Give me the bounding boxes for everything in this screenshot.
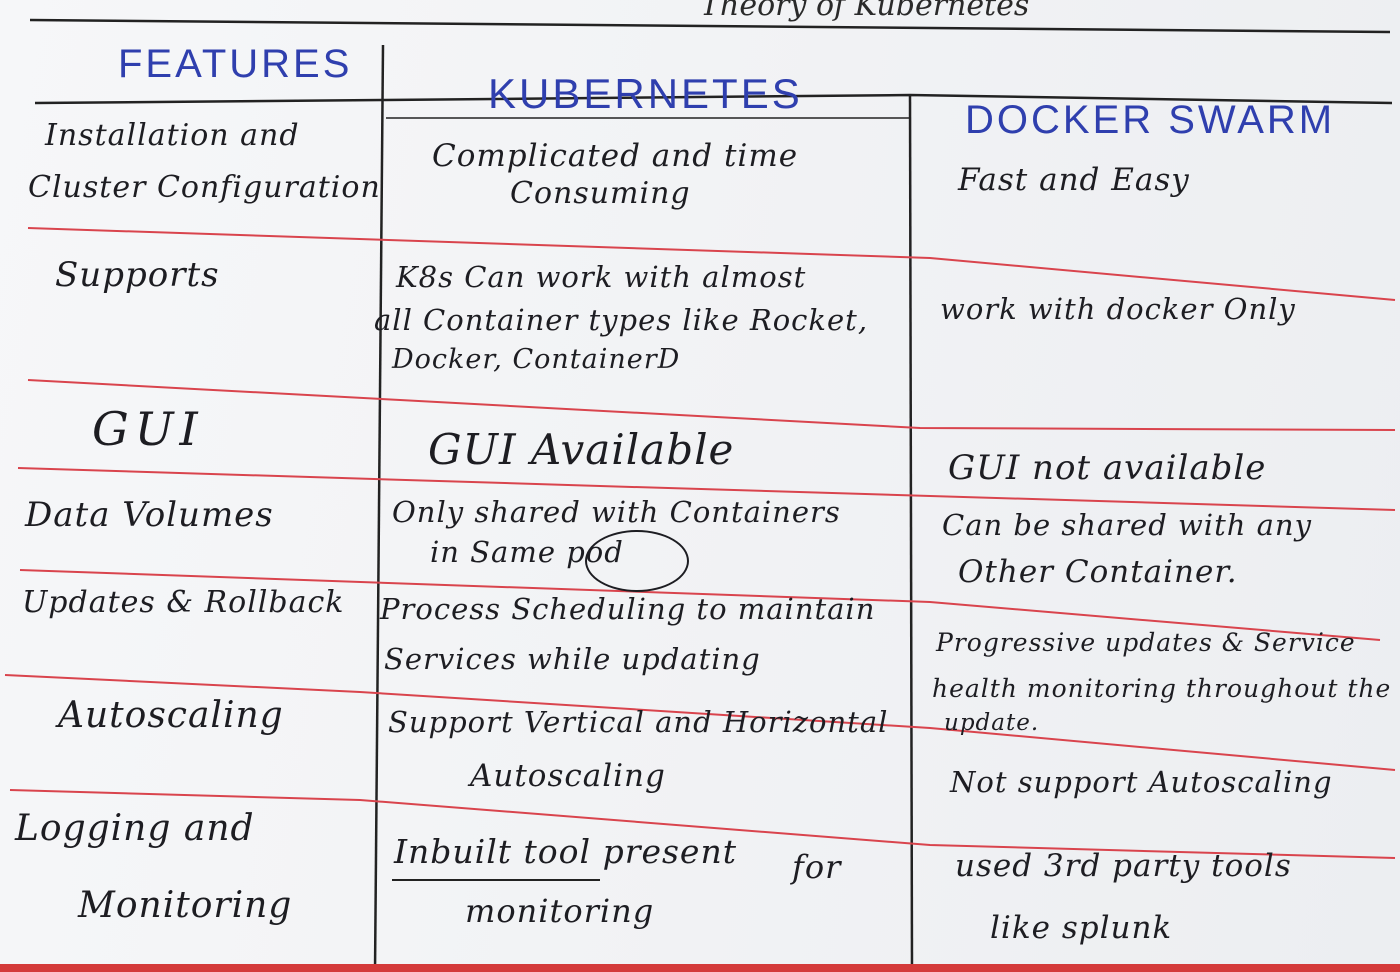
row7-feature-line2: Monitoring [78,885,293,926]
row1-kubernetes-line2: Consuming [510,176,691,211]
row1-feature-line2: Cluster Configuration [28,170,381,205]
row6-kubernetes-line1: Support Vertical and Horizontal [388,705,889,739]
row2-kubernetes-line1: K8s Can work with almost [396,260,807,294]
row6-kubernetes-line2: Autoscaling [470,758,666,794]
whiteboard: Theory of Kubernetes FEATURES KUBERNETES… [0,0,1400,972]
row2-docker-line1: work with docker Only [940,292,1296,326]
row3-feature: GUI [92,402,204,456]
row5-feature: Updates & Rollback [22,585,345,620]
row4-feature: Data Volumes [25,495,274,535]
row7-kubernetes-line3: for [792,848,842,886]
row1-feature-line1: Installation and [45,118,300,153]
pod-circle-annotation [585,530,689,592]
row7-docker-line2: like splunk [990,910,1173,946]
row4-docker-line1: Can be shared with any [942,508,1312,542]
video-progress-bar [0,964,1400,972]
row2-kubernetes-line3: Docker, ContainerD [392,344,681,375]
row7-kubernetes-line2: monitoring [465,892,655,930]
row2-kubernetes-line2: all Container types like Rocket, [374,303,869,337]
row6-docker-line1: Not support Autoscaling [950,765,1333,799]
header-docker-swarm: DOCKER SWARM [965,98,1336,142]
row1-docker-line1: Fast and Easy [958,162,1190,198]
header-kubernetes: KUBERNETES [488,70,803,117]
row3-docker: GUI not available [948,448,1267,488]
row5-kubernetes-line2: Services while updating [384,642,761,676]
row4-docker-line2: Other Container. [958,554,1238,590]
row5-docker-line2: health monitoring throughout the [932,674,1392,703]
header-features: FEATURES [118,42,353,86]
board-title: Theory of Kubernetes [700,0,1030,23]
row7-docker-line1: used 3rd party tools [955,848,1292,884]
row5-docker-line3: update. [944,710,1040,736]
row7-feature-line1: Logging and [15,808,255,849]
row4-kubernetes-line1: Only shared with Containers [392,495,841,529]
row6-feature: Autoscaling [58,695,284,736]
row5-kubernetes-line1: Process Scheduling to maintain [380,592,876,626]
row7-kubernetes-line1: Inbuilt tool present [394,832,737,871]
row3-kubernetes: GUI Available [428,425,735,474]
row5-docker-line1: Progressive updates & Service [936,628,1356,657]
row2-feature: Supports [55,255,220,295]
row1-kubernetes-line1: Complicated and time [432,138,799,174]
